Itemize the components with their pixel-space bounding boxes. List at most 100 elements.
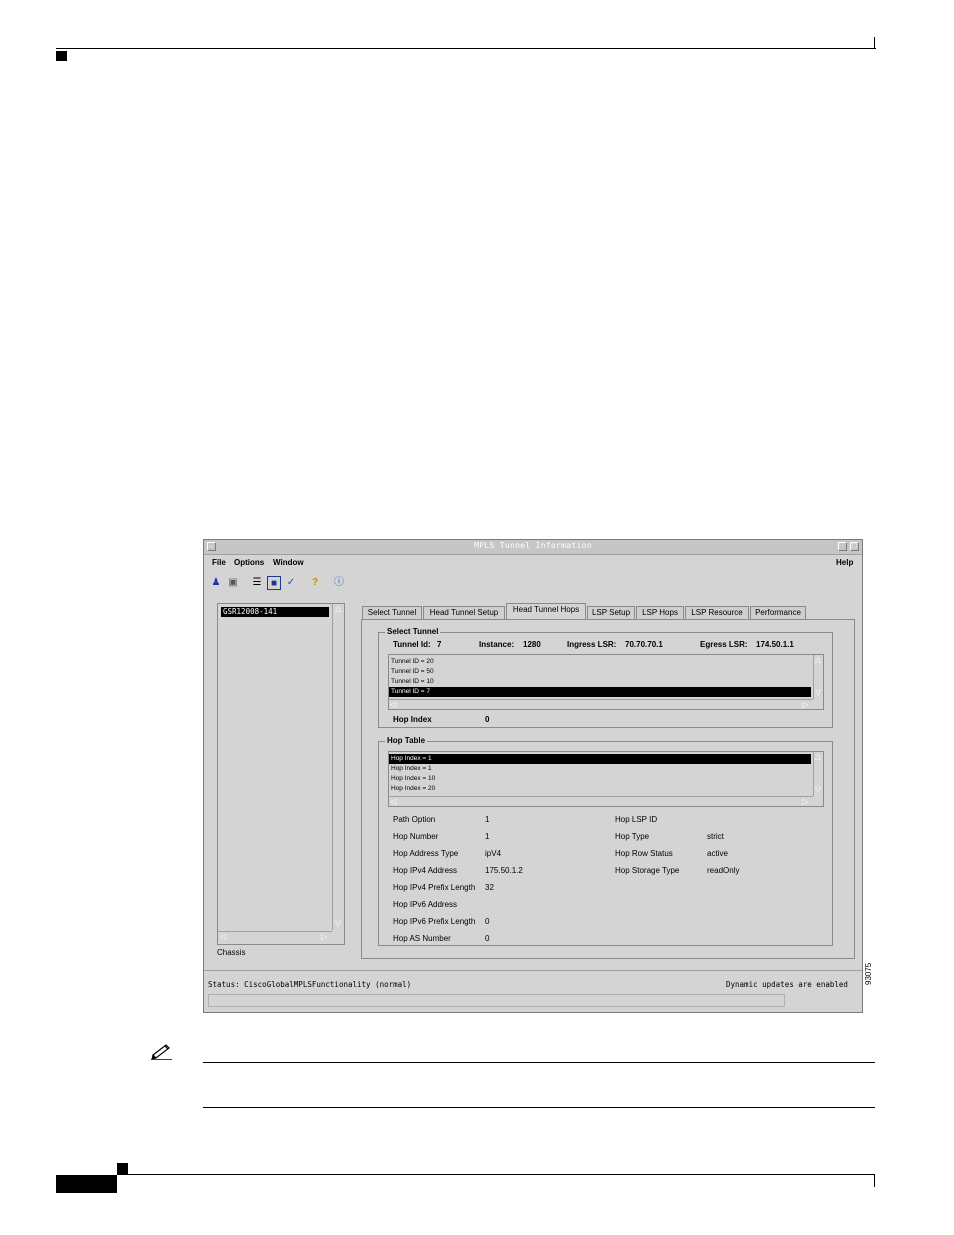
list-item[interactable]: Tunnel ID = 10	[389, 677, 811, 687]
tab-panel: Select Tunnel Tunnel Id: 7 Instance: 128…	[361, 619, 855, 959]
field-value: 1	[485, 815, 490, 824]
ingress-value: 70.70.70.1	[625, 640, 663, 649]
tunnel-id-label: Tunnel Id:	[393, 640, 431, 649]
note-pencil-icon	[150, 1042, 174, 1060]
field-label: Hop IPv4 Prefix Length	[393, 883, 476, 892]
field-value: ipV4	[485, 849, 502, 858]
tab-select-tunnel[interactable]: Select Tunnel	[362, 606, 422, 619]
instance-value: 1280	[523, 640, 541, 649]
footer-tick	[874, 1175, 875, 1187]
mpls-tunnel-window: – MPLS Tunnel Information · □ File Optio…	[203, 539, 863, 1013]
field-value: 0	[485, 917, 490, 926]
tree-horizontal-scrollbar[interactable]: ◁ ▷	[218, 931, 332, 943]
menu-bar: File Options Window Help	[204, 555, 862, 571]
tab-head-tunnel-hops[interactable]: Head Tunnel Hops	[506, 603, 586, 620]
tunnel-list-hscroll[interactable]: ◁ ▷	[389, 699, 813, 709]
note-bottom-rule	[203, 1107, 875, 1108]
scroll-down-icon[interactable]: ▽	[815, 689, 821, 697]
scroll-left-icon[interactable]: ◁	[220, 933, 226, 941]
tunnel-list-items: Tunnel ID = 20 Tunnel ID = 50 Tunnel ID …	[389, 657, 811, 697]
menu-help[interactable]: Help	[836, 558, 853, 567]
status-bar: Status: CiscoGlobalMPLSFunctionality (no…	[204, 970, 862, 1013]
tunnel-id-value: 7	[437, 640, 442, 649]
select-tunnel-group: Select Tunnel Tunnel Id: 7 Instance: 128…	[378, 627, 833, 728]
field-label: Hop IPv6 Address	[393, 900, 458, 909]
title-bar[interactable]: – MPLS Tunnel Information · □	[204, 540, 862, 555]
tab-head-tunnel-setup[interactable]: Head Tunnel Setup	[423, 606, 505, 619]
dynamic-updates-text: Dynamic updates are enabled	[726, 980, 848, 989]
list-item[interactable]: Hop Index = 1	[389, 764, 811, 774]
devices-icon[interactable]: ▣	[226, 576, 240, 590]
scroll-left-icon[interactable]: ◁	[390, 798, 396, 806]
field-label: Hop AS Number	[393, 934, 451, 943]
tree-vertical-scrollbar[interactable]: △ ▽	[332, 604, 344, 930]
footer-rule	[117, 1174, 875, 1175]
group-title: Hop Table	[385, 736, 428, 745]
tunnel-list-vscroll[interactable]: △ ▽	[813, 655, 823, 699]
people-icon[interactable]: ♟	[209, 576, 223, 590]
field-label: Hop Type	[615, 832, 650, 841]
window-title: MPLS Tunnel Information	[474, 541, 592, 550]
menu-options[interactable]: Options	[234, 558, 264, 567]
list-icon[interactable]: ☰	[250, 576, 264, 590]
field-value: 32	[485, 883, 494, 892]
scroll-left-icon[interactable]: ◁	[390, 701, 396, 709]
list-item[interactable]: Hop Index = 20	[389, 784, 811, 794]
hop-list[interactable]: Hop Index = 1 Hop Index = 1 Hop Index = …	[388, 751, 824, 807]
field-label: Hop Number	[393, 832, 439, 841]
list-item-selected[interactable]: Hop Index = 1	[389, 754, 811, 764]
menu-file[interactable]: File	[212, 558, 226, 567]
scroll-up-icon[interactable]: △	[815, 753, 821, 761]
tab-lsp-resource[interactable]: LSP Resource	[685, 606, 749, 619]
scroll-right-icon[interactable]: ▷	[802, 701, 808, 709]
field-label: Hop LSP ID	[615, 815, 658, 824]
maximize-icon[interactable]: □	[850, 542, 859, 551]
progress-bar	[208, 994, 785, 1007]
ingress-label: Ingress LSR:	[567, 640, 617, 649]
tab-lsp-setup[interactable]: LSP Setup	[587, 606, 635, 619]
hop-table-group: Hop Table Hop Index = 1 Hop Index = 1 Ho…	[378, 736, 833, 946]
menu-window[interactable]: Window	[273, 558, 304, 567]
field-label: Hop Row Status	[615, 849, 673, 858]
field-value: active	[707, 849, 728, 858]
field-label: Path Option	[393, 815, 436, 824]
field-value: 175.50.1.2	[485, 866, 523, 875]
field-label: Hop Address Type	[393, 849, 459, 858]
hop-list-hscroll[interactable]: ◁ ▷	[389, 796, 813, 806]
scroll-up-icon[interactable]: △	[815, 656, 821, 664]
field-value: readOnly	[707, 866, 740, 875]
list-item[interactable]: Tunnel ID = 50	[389, 667, 811, 677]
instance-label: Instance:	[479, 640, 515, 649]
monitor-icon[interactable]: ■	[267, 576, 281, 590]
chassis-tree: GSR12008-141 △ ▽ ◁ ▷	[217, 603, 345, 945]
field-label: Hop Storage Type	[615, 866, 680, 875]
field-label: Hop IPv6 Prefix Length	[393, 917, 476, 926]
header-tick	[874, 37, 875, 49]
hop-index-label: Hop Index	[393, 715, 432, 724]
tree-item-selected[interactable]: GSR12008-141	[221, 607, 329, 617]
field-value: strict	[707, 832, 724, 841]
scroll-up-icon[interactable]: △	[335, 605, 341, 613]
info-icon[interactable]: ⓘ	[332, 576, 346, 590]
scroll-right-icon[interactable]: ▷	[321, 933, 327, 941]
scroll-right-icon[interactable]: ▷	[802, 798, 808, 806]
list-item-selected[interactable]: Tunnel ID = 7	[389, 687, 811, 697]
minimize-icon[interactable]: ·	[838, 542, 847, 551]
hop-list-vscroll[interactable]: △ ▽	[813, 752, 823, 796]
header-marker	[56, 51, 67, 61]
header-rule	[56, 48, 876, 49]
list-item[interactable]: Tunnel ID = 20	[389, 657, 811, 667]
group-title: Select Tunnel	[385, 627, 441, 636]
scroll-down-icon[interactable]: ▽	[335, 920, 341, 928]
footer-marker	[117, 1163, 128, 1174]
tab-lsp-hops[interactable]: LSP Hops	[636, 606, 684, 619]
tunnel-list[interactable]: Tunnel ID = 20 Tunnel ID = 50 Tunnel ID …	[388, 654, 824, 710]
field-value: 0	[485, 934, 490, 943]
hop-list-items: Hop Index = 1 Hop Index = 1 Hop Index = …	[389, 754, 811, 794]
check-icon[interactable]: ✓	[284, 576, 298, 590]
tab-performance[interactable]: Performance	[750, 606, 806, 619]
help-icon[interactable]: ?	[308, 576, 322, 590]
figure-id: 93075	[864, 962, 873, 985]
scroll-down-icon[interactable]: ▽	[815, 786, 821, 794]
list-item[interactable]: Hop Index = 10	[389, 774, 811, 784]
